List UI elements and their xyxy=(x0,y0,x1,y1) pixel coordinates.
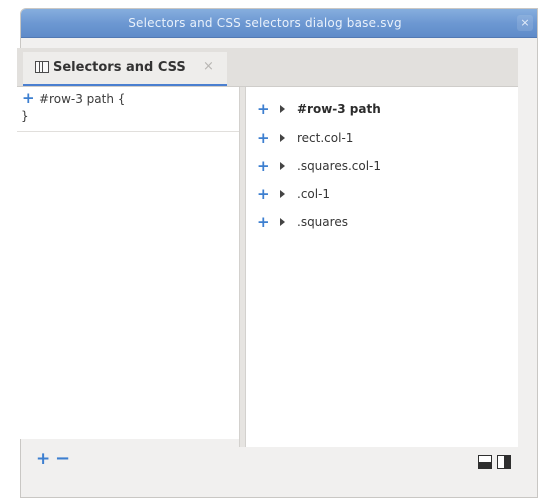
title-bar[interactable]: Selectors and CSS selectors dialog base.… xyxy=(21,9,537,38)
add-property-icon[interactable]: + xyxy=(22,91,35,106)
add-selector-icon[interactable]: + xyxy=(257,130,270,146)
remove-selector-button[interactable]: − xyxy=(55,448,70,469)
tab-close-button[interactable]: × xyxy=(203,59,214,74)
css-rules-pane: + #row-3 path { } xyxy=(17,87,239,439)
expand-caret-icon[interactable] xyxy=(280,162,285,170)
selector-label[interactable]: rect.col-1 xyxy=(297,131,353,145)
selectors-tree-pane: + #row-3 path + rect.col-1 + .squares.co… xyxy=(246,87,518,447)
selector-label[interactable]: .col-1 xyxy=(297,187,330,201)
tree-row[interactable]: + .squares xyxy=(246,212,518,234)
rule-selector-text[interactable]: #row-3 path { xyxy=(39,92,125,106)
add-selector-button[interactable]: + xyxy=(36,449,50,469)
tab-label: Selectors and CSS xyxy=(53,60,186,75)
tab-selectors-css[interactable]: Selectors and CSS × xyxy=(23,52,227,86)
window-close-button[interactable]: × xyxy=(517,15,533,31)
expand-caret-icon[interactable] xyxy=(280,218,285,226)
pane-divider[interactable] xyxy=(239,87,246,447)
add-selector-icon[interactable]: + xyxy=(257,158,270,174)
expand-caret-icon[interactable] xyxy=(280,105,285,113)
window-title: Selectors and CSS selectors dialog base.… xyxy=(128,16,402,30)
css-rule[interactable]: + #row-3 path { } xyxy=(17,87,239,132)
tab-strip: Selectors and CSS × xyxy=(17,48,518,87)
panel-icon xyxy=(35,61,49,73)
selector-label[interactable]: .squares.col-1 xyxy=(297,159,381,173)
rule-closing-brace: } xyxy=(21,109,29,123)
expand-caret-icon[interactable] xyxy=(280,134,285,142)
tree-row[interactable]: + #row-3 path xyxy=(246,99,518,121)
add-selector-icon[interactable]: + xyxy=(257,214,270,230)
selector-label[interactable]: .squares xyxy=(297,215,348,229)
rules-footer: + − xyxy=(17,439,239,479)
expand-caret-icon[interactable] xyxy=(280,190,285,198)
add-selector-icon[interactable]: + xyxy=(257,186,270,202)
layout-horizontal-icon[interactable] xyxy=(478,455,492,469)
add-selector-icon[interactable]: + xyxy=(257,101,270,117)
tree-row[interactable]: + .squares.col-1 xyxy=(246,156,518,178)
tree-row[interactable]: + .col-1 xyxy=(246,184,518,206)
layout-vertical-icon[interactable] xyxy=(497,455,511,469)
selector-label[interactable]: #row-3 path xyxy=(297,102,381,116)
tree-row[interactable]: + rect.col-1 xyxy=(246,128,518,150)
